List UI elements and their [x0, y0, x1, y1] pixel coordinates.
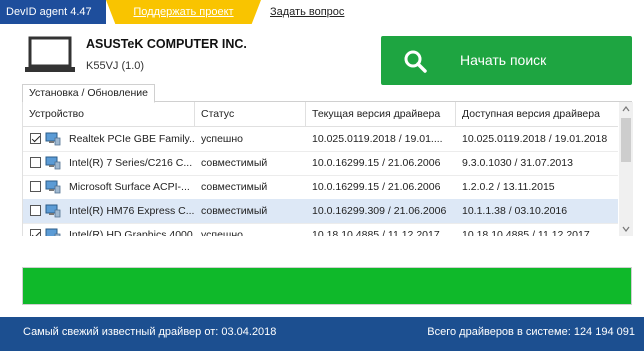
- status-cell: успешно: [201, 229, 243, 236]
- row-checkbox[interactable]: [30, 181, 41, 192]
- device-icon: [45, 156, 61, 170]
- support-link[interactable]: Поддержать проект: [133, 6, 233, 18]
- row-checkbox[interactable]: [30, 229, 41, 236]
- table-row[interactable]: Realtek PCIe GBE Family... успешно 10.025.…: [23, 127, 618, 152]
- available-version-cell: 10.025.0119.2018 / 19.01.2018: [462, 133, 608, 145]
- device-icon: [45, 180, 61, 194]
- scroll-down-icon[interactable]: [619, 222, 633, 236]
- column-header-device[interactable]: Устройство: [23, 102, 195, 126]
- available-version-cell: 1.2.0.2 / 13.11.2015: [462, 181, 555, 193]
- start-search-button[interactable]: Начать поиск: [381, 36, 632, 85]
- scrollbar-thumb[interactable]: [621, 118, 631, 162]
- device-cell: Realtek PCIe GBE Family...: [23, 127, 195, 151]
- tab-strip: Установка / Обновление: [22, 84, 632, 103]
- device-name-text: Intel(R) HD Graphics 4000: [69, 229, 193, 236]
- device-cell: Intel(R) 7 Series/C216 C...: [23, 151, 195, 175]
- column-header-available-version[interactable]: Доступная версия драйвера: [456, 102, 618, 126]
- status-footer: Самый свежий известный драйвер от: 03.04…: [0, 317, 644, 351]
- row-checkbox[interactable]: [30, 157, 41, 168]
- status-cell: совместимый: [201, 205, 268, 217]
- available-version-cell: 10.18.10.4885 / 11.12.2017: [462, 229, 590, 236]
- column-header-status[interactable]: Статус: [195, 102, 306, 126]
- device-name-text: Realtek PCIe GBE Family...: [69, 133, 195, 145]
- current-version-cell: 10.18.10.4885 / 11.12.2017: [312, 229, 440, 236]
- table-row[interactable]: Intel(R) 7 Series/C216 C... совместимый 10…: [23, 151, 618, 176]
- current-version-cell: 10.0.16299.15 / 21.06.2006: [312, 181, 441, 193]
- laptop-icon: [25, 36, 75, 72]
- drivers-table: Устройство Статус Текущая версия драйвер…: [22, 102, 633, 236]
- device-name-text: Intel(R) HM76 Express C...: [69, 205, 195, 217]
- search-icon: [404, 50, 427, 73]
- row-checkbox[interactable]: [30, 133, 41, 144]
- device-cell: Intel(R) HM76 Express C...: [23, 199, 195, 223]
- device-name-text: Intel(R) 7 Series/C216 C...: [69, 157, 193, 169]
- table-row[interactable]: Intel(R) HD Graphics 4000 успешно 10.18.10…: [23, 223, 618, 236]
- current-version-cell: 10.0.16299.309 / 21.06.2006: [312, 205, 447, 217]
- table-header: Устройство Статус Текущая версия драйвер…: [23, 102, 618, 127]
- progress-fill: [23, 268, 631, 304]
- current-version-cell: 10.0.16299.15 / 21.06.2006: [312, 157, 441, 169]
- support-tab[interactable]: Поддержать проект: [106, 0, 261, 24]
- device-name-text: Microsoft Surface ACPI-...: [69, 181, 190, 193]
- status-cell: совместимый: [201, 157, 268, 169]
- device-icon: [45, 132, 61, 146]
- row-checkbox[interactable]: [30, 205, 41, 216]
- latest-driver-date: Самый свежий известный драйвер от: 03.04…: [23, 326, 277, 338]
- table-row[interactable]: Microsoft Surface ACPI-... совместимый 10.…: [23, 175, 618, 200]
- available-version-cell: 10.1.1.38 / 03.10.2016: [462, 205, 568, 217]
- app-title: DevID agent 4.47: [0, 0, 106, 24]
- scroll-up-icon[interactable]: [619, 102, 633, 116]
- status-cell: совместимый: [201, 181, 268, 193]
- progress-bar: [22, 267, 632, 305]
- device-cell: Microsoft Surface ACPI-...: [23, 175, 195, 199]
- column-header-current-version[interactable]: Текущая версия драйвера: [306, 102, 456, 126]
- available-version-cell: 9.3.0.1030 / 31.07.2013: [462, 157, 573, 169]
- device-cell: Intel(R) HD Graphics 4000: [23, 223, 195, 236]
- start-search-label: Начать поиск: [460, 52, 547, 68]
- table-scrollbar[interactable]: [619, 102, 633, 236]
- top-bar: DevID agent 4.47 Поддержать проект Задат…: [0, 0, 644, 24]
- device-icon: [45, 228, 61, 236]
- ask-question-link[interactable]: Задать вопрос: [270, 0, 344, 24]
- tab-install-update[interactable]: Установка / Обновление: [22, 84, 156, 103]
- device-model: K55VJ (1.0): [86, 60, 145, 72]
- device-name: ASUSTeK COMPUTER INC.: [86, 37, 247, 51]
- status-cell: успешно: [201, 133, 243, 145]
- total-drivers-count: Всего драйверов в системе: 124 194 091: [427, 326, 635, 338]
- table-row[interactable]: Intel(R) HM76 Express C... совместимый 10.…: [23, 199, 618, 224]
- current-version-cell: 10.025.0119.2018 / 19.01....: [312, 133, 443, 145]
- device-icon: [45, 204, 61, 218]
